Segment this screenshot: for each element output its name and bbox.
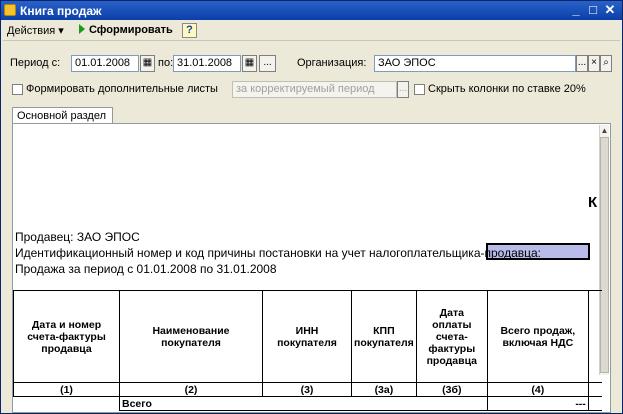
col-num: (4) bbox=[486, 382, 589, 397]
extra-sheets-label: Формировать дополнительные листы bbox=[26, 83, 218, 95]
col-header-payment-date: Дата оплаты счета-фактуры продавца bbox=[415, 290, 488, 383]
col-header-buyer-name: Наименование покупателя bbox=[119, 290, 263, 383]
calendar-icon[interactable]: ▦ bbox=[242, 55, 257, 72]
period-from-input[interactable]: 01.01.2008 bbox=[71, 55, 139, 72]
maximize-button[interactable]: □ bbox=[585, 2, 601, 18]
actions-label: Действия bbox=[7, 25, 56, 37]
table-header-row: Дата и номер счета-фактуры продавца Наим… bbox=[13, 290, 603, 383]
col-header-invoice: Дата и номер счета-фактуры продавца bbox=[13, 290, 120, 383]
period-line: Продажа за период с 01.01.2008 по 31.01.… bbox=[15, 262, 277, 276]
col-num: (3) bbox=[262, 382, 352, 397]
help-button[interactable]: ? bbox=[182, 23, 197, 38]
report-area: ▲ К Продавец: ЗАО ЭПОС Идентификационный… bbox=[12, 123, 611, 413]
total-row: Всего --- bbox=[13, 396, 603, 411]
period-to-input[interactable]: 31.01.2008 bbox=[173, 55, 241, 72]
play-icon bbox=[79, 24, 85, 34]
total-value: --- bbox=[486, 396, 589, 411]
clear-icon[interactable]: × bbox=[588, 55, 600, 72]
title-bar: Книга продаж _ □ ✕ bbox=[1, 1, 622, 20]
hide-columns-checkbox[interactable] bbox=[414, 84, 425, 95]
toolbar: Действия ▾ Сформировать ? bbox=[3, 21, 620, 41]
actions-menu[interactable]: Действия ▾ bbox=[7, 24, 64, 37]
col-header-buyer-inn: ИНН покупателя bbox=[262, 290, 352, 383]
organization-select-button[interactable]: ... bbox=[576, 55, 588, 72]
sales-table: Дата и номер счета-фактуры продавца Наим… bbox=[13, 290, 603, 411]
col-num: (2) bbox=[119, 382, 263, 397]
total-label: Всего bbox=[119, 396, 488, 411]
col-header-buyer-kpp: КПП покупателя bbox=[351, 290, 417, 383]
generate-label: Сформировать bbox=[89, 24, 173, 36]
period-type-select-button: ... bbox=[397, 81, 409, 98]
col-num-extra bbox=[587, 382, 603, 397]
window-title: Книга продаж bbox=[20, 4, 102, 18]
total-empty-cell bbox=[13, 396, 120, 411]
col-num: (3а) bbox=[351, 382, 417, 397]
seller-line: Продавец: ЗАО ЭПОС bbox=[15, 230, 140, 244]
book-of-sales-window: Книга продаж _ □ ✕ Действия ▾ Сформирова… bbox=[0, 0, 623, 414]
organization-label: Организация: bbox=[297, 57, 367, 69]
chevron-down-icon: ▾ bbox=[58, 25, 64, 37]
generate-button[interactable]: Сформировать bbox=[79, 24, 173, 36]
minimize-button[interactable]: _ bbox=[568, 2, 584, 18]
col-num: (1) bbox=[13, 382, 120, 397]
period-to-label: по: bbox=[158, 57, 174, 69]
search-icon[interactable]: ⌕ bbox=[600, 55, 612, 72]
period-select-button[interactable]: ... bbox=[259, 55, 276, 72]
window-app-icon bbox=[4, 4, 16, 16]
col-num: (3б) bbox=[415, 382, 488, 397]
calendar-icon[interactable]: ▦ bbox=[140, 55, 155, 72]
period-type-select: за корректируемый период bbox=[232, 81, 397, 98]
hide-columns-label: Скрыть колонки по ставке 20% bbox=[428, 83, 586, 95]
close-button[interactable]: ✕ bbox=[602, 2, 618, 18]
report-title: К bbox=[588, 194, 598, 211]
inn-line: Идентификационный номер и код причины по… bbox=[15, 246, 542, 260]
tab-main-section[interactable]: Основной раздел bbox=[12, 107, 113, 124]
scroll-up-icon[interactable]: ▲ bbox=[600, 125, 609, 136]
column-number-row: (1) (2) (3) (3а) (3б) (4) bbox=[13, 382, 603, 397]
organization-input[interactable]: ЗАО ЭПОС bbox=[374, 55, 576, 72]
period-from-label: Период с: bbox=[10, 57, 61, 69]
extra-sheets-checkbox[interactable] bbox=[12, 84, 23, 95]
col-header-total-sales: Всего продаж, включая НДС bbox=[486, 290, 589, 383]
total-extra bbox=[587, 396, 603, 411]
col-header-extra bbox=[587, 290, 603, 383]
